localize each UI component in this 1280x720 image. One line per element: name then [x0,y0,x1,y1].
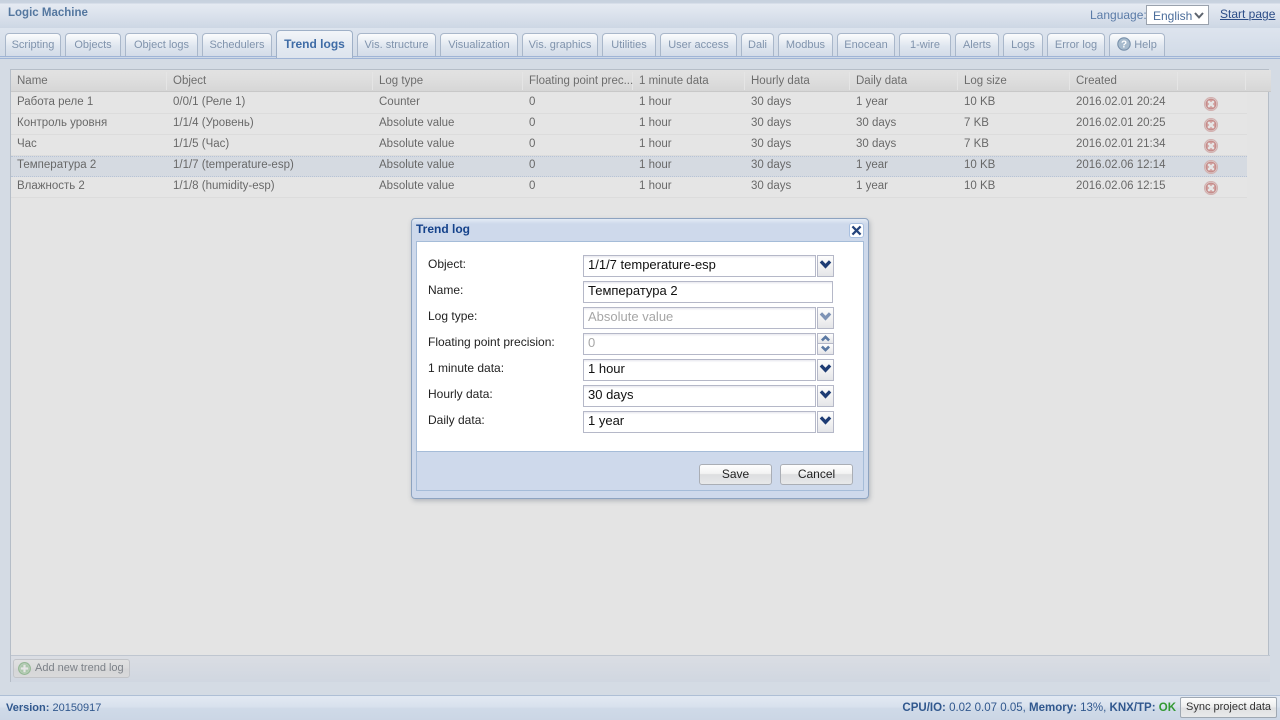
svg-text:?: ? [1121,39,1127,50]
